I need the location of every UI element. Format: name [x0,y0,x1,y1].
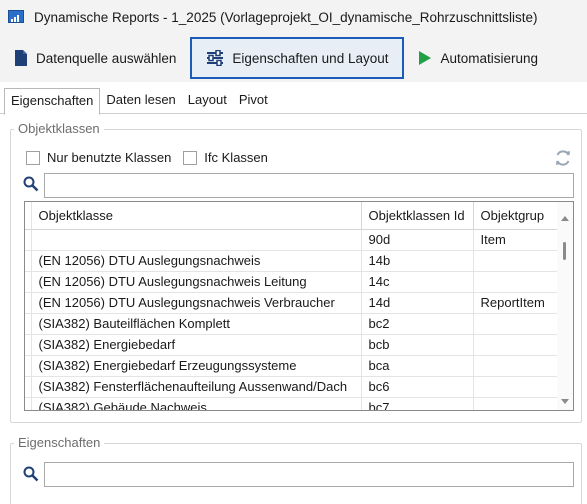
refresh-icon[interactable] [554,149,572,167]
play-icon [418,50,432,66]
document-icon [14,49,28,67]
cell-gruppe [473,376,559,398]
tab-layout[interactable]: Layout [182,88,233,114]
search-icon [23,176,39,192]
cell-objektklasse [31,229,362,251]
ifc-klassen-checkbox[interactable] [183,150,198,165]
column-header-objektklasse[interactable]: Objektklasse [31,202,362,230]
nur-benutzte-klassen-checkbox[interactable] [26,150,40,165]
datenquelle-button[interactable]: Datenquelle auswählen [6,38,184,78]
cell-gruppe [473,334,559,356]
objektklassen-legend: Objektklassen [14,121,104,136]
cell-gruppe: Item [473,229,559,251]
table-row[interactable]: 90d Item [25,229,559,251]
cell-id: bcb [361,334,474,356]
tab-daten-lesen[interactable]: Daten lesen [100,88,181,114]
automatisierung-button[interactable]: Automatisierung [410,38,546,78]
objektklassen-table: Objektklasse Objektklassen Id Objektgrup… [24,201,574,411]
cell-id: bc2 [361,313,474,335]
datenquelle-label: Datenquelle auswählen [36,50,177,66]
eigenschaften-layout-button[interactable]: Eigenschaften und Layout [190,37,405,79]
cell-objektklasse: (SIA382) Energiebedarf [31,334,362,356]
cell-id: 14b [361,250,474,272]
report-app-icon [8,9,26,25]
cell-gruppe [473,313,559,335]
table-row[interactable]: (EN 12056) DTU Auslegungsnachweis Leitun… [25,271,559,293]
search-icon [23,466,39,482]
ifc-klassen-label: Ifc Klassen [204,150,268,165]
cell-objektklasse: (SIA382) Fensterflächenaufteilung Aussen… [31,376,362,398]
eigenschaften-search-input[interactable] [44,462,574,487]
nur-benutzte-klassen-label: Nur benutzte Klassen [47,150,172,165]
cell-objektklasse: (EN 12056) DTU Auslegungsnachweis Verbra… [31,292,362,314]
cell-gruppe [473,271,559,293]
cell-id: 90d [361,229,474,251]
class-filter-options: Nur benutzte Klassen Ifc Klassen [26,150,268,165]
table-row[interactable]: (SIA382) Gebäude Nachweis bc7 [25,397,559,410]
column-header-objektklassen-id[interactable]: Objektklassen Id [361,202,474,230]
title-bar: Dynamische Reports - 1_2025 (Vorlageproj… [0,0,587,34]
table-row[interactable]: (EN 12056) DTU Auslegungsnachweis 14b [25,250,559,272]
cell-objektklasse: (SIA382) Bauteilflächen Komplett [31,313,362,335]
window-title: Dynamische Reports - 1_2025 (Vorlageproj… [34,9,538,25]
cell-gruppe [473,250,559,272]
tab-pivot[interactable]: Pivot [233,88,274,114]
table-row[interactable]: (SIA382) Energiebedarf Erzeugungssysteme… [25,355,559,377]
eigenschaften-legend: Eigenschaften [14,435,105,450]
scrollbar-thumb[interactable] [563,242,566,260]
table-header-row: Objektklasse Objektklassen Id Objektgrup [25,202,559,230]
table-row[interactable]: (SIA382) Fensterflächenaufteilung Aussen… [25,376,559,398]
table-row[interactable]: (SIA382) Energiebedarf bcb [25,334,559,356]
cell-objektklasse: (SIA382) Gebäude Nachweis [31,397,362,410]
cell-objektklasse: (SIA382) Energiebedarf Erzeugungssysteme [31,355,362,377]
cell-gruppe [473,355,559,377]
table-row[interactable]: (EN 12056) DTU Auslegungsnachweis Verbra… [25,292,559,314]
cell-id: bc6 [361,376,474,398]
vertical-scrollbar[interactable] [557,202,573,410]
cell-gruppe: ReportItem [473,292,559,314]
cell-id: bc7 [361,397,474,410]
cell-id: 14d [361,292,474,314]
cell-gruppe [473,397,559,410]
main-toolbar: Datenquelle auswählen Eigenschaften und … [0,34,587,82]
cell-id: 14c [361,271,474,293]
cell-objektklasse: (EN 12056) DTU Auslegungsnachweis [31,250,362,272]
eigenschaften-layout-label: Eigenschaften und Layout [232,50,389,66]
scroll-up-icon[interactable] [561,216,569,221]
cell-id: bca [361,355,474,377]
automatisierung-label: Automatisierung [440,50,539,66]
column-header-objektgruppe[interactable]: Objektgrup [473,202,559,230]
scroll-down-icon[interactable] [561,399,569,404]
tab-eigenschaften[interactable]: Eigenschaften [4,88,101,115]
table-row[interactable]: (SIA382) Bauteilflächen Komplett bc2 [25,313,559,335]
sliders-icon [206,50,224,66]
objektklassen-search-input[interactable] [44,173,574,198]
cell-objektklasse: (EN 12056) DTU Auslegungsnachweis Leitun… [31,271,362,293]
tab-strip: Eigenschaften Daten lesen Layout Pivot [0,88,587,115]
